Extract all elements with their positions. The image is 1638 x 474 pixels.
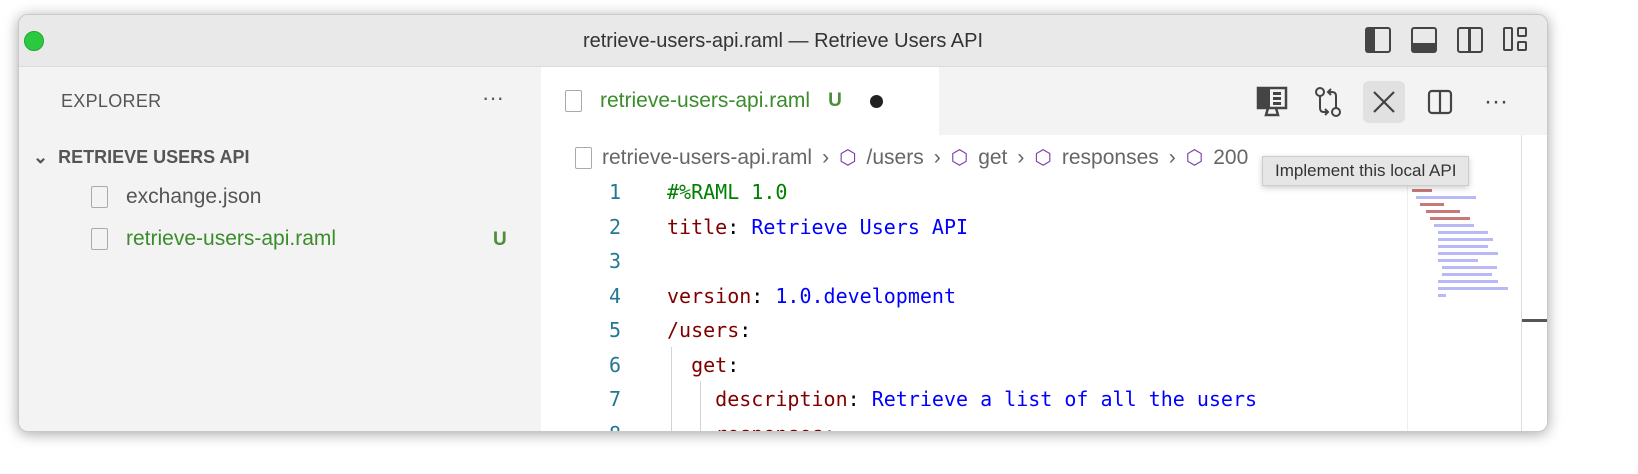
file-label: retrieve-users-api.raml (126, 227, 337, 250)
compare-changes-icon[interactable] (1307, 81, 1349, 123)
line-text: description: Retrieve a list of all the … (667, 382, 1257, 417)
breadcrumb-item[interactable]: /users (867, 146, 924, 170)
indent-guide (671, 347, 672, 431)
vscode-window: retrieve-users-api.raml — Retrieve Users… (18, 14, 1548, 432)
window-title: retrieve-users-api.raml — Retrieve Users… (582, 30, 984, 52)
line-number: 1 (608, 180, 621, 204)
symbol-cube-icon: ⬡ (1185, 147, 1204, 169)
more-actions-button[interactable]: ··· (1475, 81, 1517, 123)
line-text: version: 1.0.development (667, 279, 956, 314)
line-number: 4 (608, 283, 621, 308)
code-token: Retrieve Users API (751, 214, 969, 239)
code-token: Retrieve a list of all the users (871, 387, 1258, 411)
toggle-primary-sidebar-icon[interactable] (1365, 27, 1391, 53)
explorer-sidebar: EXPLORER ··· ⌄ RETRIEVE USERS API exchan… (19, 67, 541, 431)
line-text: /users: (667, 313, 751, 348)
indent-guide (700, 381, 701, 431)
line-number: 8 (581, 417, 621, 432)
close-editors-icon[interactable] (1363, 81, 1405, 123)
line-number: 2 (608, 214, 621, 239)
code-token: : (847, 387, 872, 411)
vertical-scrollbar[interactable] (1521, 135, 1547, 431)
folder-label: RETRIEVE USERS API (58, 147, 250, 167)
code-token: : (824, 422, 836, 432)
line-number: 6 (608, 352, 621, 377)
breadcrumb: retrieve-users-api.raml › ⬡/users › ⬡ get › … (575, 145, 1248, 170)
file-icon (91, 186, 108, 208)
breadcrumb-item[interactable]: 200 (1213, 146, 1248, 170)
tooltip: Implement this local API (1262, 156, 1470, 186)
line-text: responses: (667, 417, 836, 432)
breadcrumb-item[interactable]: responses (1062, 146, 1159, 170)
toggle-secondary-sidebar-icon[interactable] (1457, 27, 1483, 53)
file-icon (565, 90, 582, 112)
file-retrieve-users-api-raml[interactable]: retrieve-users-api.raml (91, 227, 336, 251)
explorer-header: EXPLORER (61, 91, 162, 111)
code-token: : (751, 283, 776, 308)
chevron-right-icon: › (933, 145, 941, 169)
tab-label: retrieve-users-api.raml (600, 89, 811, 112)
chevron-right-icon: › (1017, 145, 1025, 169)
symbol-cube-icon: ⬡ (950, 147, 969, 169)
code-token: #%RAML 1.0 (667, 180, 788, 204)
tab-bar: retrieve-users-api.raml U ··· (541, 67, 1547, 135)
file-icon (575, 146, 592, 169)
tab-retrieve-users-api-raml[interactable]: retrieve-users-api.raml U (541, 67, 939, 135)
folder-retrieve-users-api[interactable]: ⌄ RETRIEVE USERS API (33, 147, 249, 168)
code-token: : (727, 214, 752, 239)
file-exchange-json[interactable]: exchange.json (91, 185, 261, 209)
line-number: 7 (608, 387, 621, 411)
untracked-badge: U (493, 229, 507, 250)
code-token: get (667, 352, 728, 377)
code-token: /users (667, 318, 740, 342)
code-token: description (667, 387, 848, 411)
line-text: get: (667, 348, 739, 383)
line-number: 3 (608, 249, 621, 273)
code-token: version (667, 283, 752, 308)
unsaved-dot-icon[interactable] (869, 94, 883, 108)
code-token: : (727, 352, 740, 377)
line-text: title: Retrieve Users API (667, 210, 968, 245)
untracked-badge: U (828, 90, 842, 111)
code-token: responses (667, 422, 823, 432)
line-text: #%RAML 1.0 (667, 175, 787, 210)
minimap[interactable] (1407, 185, 1525, 431)
implement-api-icon[interactable] (1251, 81, 1293, 123)
file-label: exchange.json (126, 185, 262, 208)
breadcrumb-item[interactable]: get (978, 146, 1007, 170)
code-token: title (667, 214, 728, 239)
title-bar: retrieve-users-api.raml — Retrieve Users… (19, 15, 1547, 67)
chevron-right-icon: › (1168, 145, 1176, 169)
file-icon (91, 228, 108, 250)
symbol-cube-icon: ⬡ (1034, 147, 1052, 169)
split-editor-icon[interactable] (1419, 81, 1461, 123)
explorer-more-button[interactable]: ··· (482, 85, 504, 111)
editor: retrieve-users-api.raml U ··· retrieve-u… (541, 67, 1547, 431)
breadcrumb-item[interactable]: retrieve-users-api.raml (602, 146, 812, 170)
chevron-down-icon: ⌄ (33, 147, 59, 167)
code-token: 1.0.development (775, 283, 957, 308)
code-token: : (739, 318, 752, 342)
line-number: 5 (608, 318, 621, 342)
symbol-cube-icon: ⬡ (839, 147, 857, 169)
customize-layout-icon[interactable] (1503, 27, 1529, 53)
chevron-right-icon: › (822, 145, 830, 169)
toggle-panel-icon[interactable] (1411, 27, 1437, 53)
